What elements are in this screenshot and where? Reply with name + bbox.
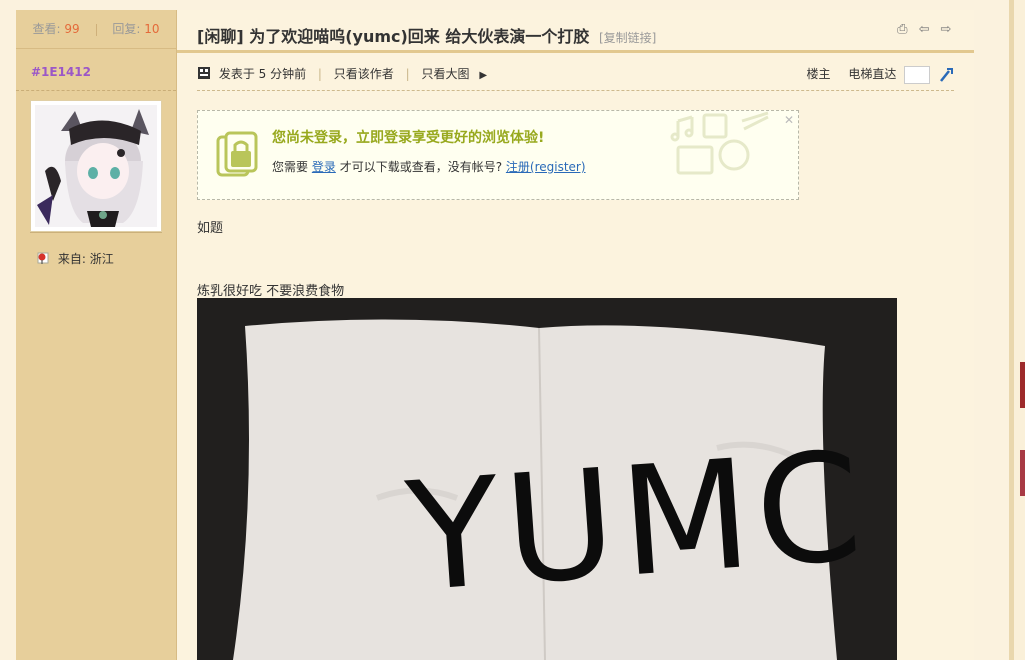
floor-jump-input[interactable] (904, 65, 931, 84)
thread-title-text: [闲聊] 为了欢迎喵呜(yumc)回来 给大伙表演一个打胶 (197, 27, 590, 46)
views-label: 查看: (32, 22, 61, 36)
triangle-right-icon[interactable]: ▶ (479, 70, 487, 81)
divider (95, 23, 97, 36)
thread-title: [闲聊] 为了欢迎喵呜(yumc)回来 给大伙表演一个打胶 [复制链接] (197, 23, 656, 47)
avatar[interactable] (30, 100, 162, 232)
title-bar: [闲聊] 为了欢迎喵呜(yumc)回来 给大伙表演一个打胶 [复制链接] ⎙ ⇦… (177, 10, 974, 53)
post-time: 发表于 5 分钟前 (218, 67, 307, 81)
login-heading: 您尚未登录，立即登录享受更好的浏览体验! (272, 130, 545, 146)
go-arrow-icon[interactable] (938, 67, 954, 83)
side-tab[interactable] (1020, 362, 1025, 408)
image-handwriting: YUMC (401, 420, 873, 626)
prev-thread-icon[interactable]: ⇦ (916, 22, 932, 38)
location-pin-icon (37, 252, 49, 264)
user-location: 来自: 浙江 (36, 250, 114, 267)
login-prefix: 您需要 (272, 160, 309, 174)
post-main: [闲聊] 为了欢迎喵呜(yumc)回来 给大伙表演一个打胶 [复制链接] ⎙ ⇦… (177, 10, 974, 660)
lock-icon (216, 131, 258, 177)
location-value: 浙江 (89, 252, 114, 266)
thread-stats: 查看: 99 回复: 10 (16, 10, 176, 49)
replies-label: 回复: (112, 22, 141, 36)
floor-label: 楼主 (806, 67, 831, 81)
register-link[interactable]: 注册(register) (506, 160, 586, 174)
replies-count: 10 (144, 22, 160, 36)
post-text-2: 炼乳很好吃 不要浪费食物 (197, 284, 345, 299)
media-deco-icon (670, 111, 769, 175)
user-sidebar: 查看: 99 回复: 10 #1E1412 来自: 浙江 (16, 10, 177, 660)
from-label: 来自: (57, 252, 86, 266)
login-middle: 才可以下载或查看，没有帐号? (339, 160, 503, 174)
views-count: 99 (64, 22, 80, 36)
big-images-link[interactable]: 只看大图 (422, 67, 470, 81)
divider: | (317, 67, 322, 81)
print-icon[interactable]: ⎙ (894, 22, 910, 38)
next-thread-icon[interactable]: ⇨ (938, 22, 954, 38)
title-tools: ⎙ ⇦ ⇨ (892, 22, 954, 38)
elevator-label: 电梯直达 (848, 67, 897, 81)
post-icon (198, 67, 210, 79)
post-info-bar: 发表于 5 分钟前 | 只看该作者 | 只看大图 ▶ 楼主 电梯直达 (197, 62, 954, 91)
login-link[interactable]: 登录 (312, 160, 336, 174)
page-right-edge (1009, 0, 1025, 660)
login-notice: 您尚未登录，立即登录享受更好的浏览体验! 您需要 登录 才可以下载或查看，没有帐… (197, 110, 799, 200)
side-tab[interactable] (1020, 450, 1025, 496)
copy-link[interactable]: [复制链接] (599, 31, 656, 45)
author-only-link[interactable]: 只看该作者 (334, 67, 394, 81)
divider: | (405, 67, 410, 81)
post-image[interactable]: YUMC (197, 298, 897, 660)
close-icon[interactable]: ✕ (784, 113, 794, 127)
divider (16, 90, 176, 91)
user-id[interactable]: #1E1412 (31, 65, 91, 79)
post-text-1: 如题 (197, 221, 224, 236)
login-message: 您需要 登录 才可以下载或查看，没有帐号? 注册(register) (272, 158, 586, 175)
